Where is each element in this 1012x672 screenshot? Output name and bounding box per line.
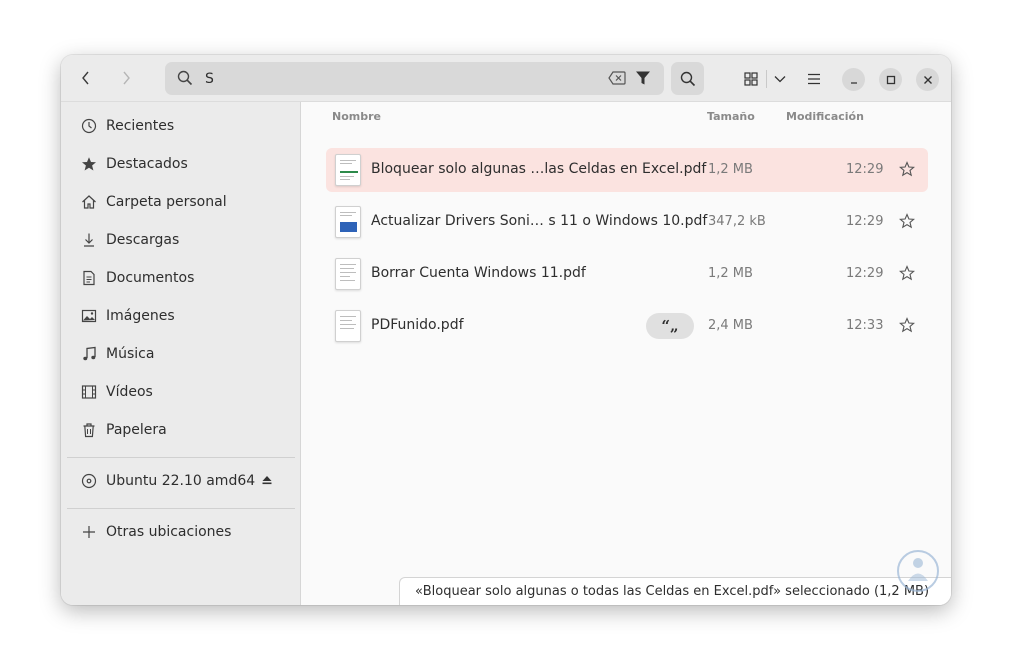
sidebar-item-label: Imágenes: [106, 308, 175, 324]
pdf-thumbnail: [335, 206, 361, 238]
sidebar: Recientes Destacados Carpeta personal De…: [61, 102, 301, 605]
sidebar-item-label: Documentos: [106, 270, 195, 286]
sidebar-item-recientes[interactable]: Recientes: [61, 108, 301, 144]
grid-view-button[interactable]: [740, 68, 762, 90]
search-input[interactable]: [205, 68, 595, 90]
file-size: 347,2 kB: [708, 214, 766, 229]
file-modified: 12:33: [846, 318, 884, 333]
file-name: Borrar Cuenta Windows 11.pdf: [371, 265, 586, 281]
status-bar: «Bloquear solo algunas o todas las Celda…: [399, 577, 951, 605]
pdf-thumbnail: [335, 310, 361, 342]
column-header-modified[interactable]: Modificación: [786, 110, 864, 123]
sidebar-separator: [67, 457, 295, 458]
plus-icon: [80, 523, 98, 541]
file-name: PDFunido.pdf: [371, 317, 464, 333]
file-row[interactable]: Bloquear solo algunas …las Celdas en Exc…: [326, 148, 928, 192]
close-icon: [923, 75, 932, 84]
close-button[interactable]: [916, 68, 939, 91]
maximize-icon: [886, 75, 895, 84]
quote-emblem: “„: [646, 313, 694, 339]
file-manager-window: Recientes Destacados Carpeta personal De…: [61, 55, 951, 605]
sidebar-item-ubuntu-device[interactable]: Ubuntu 22.10 amd64: [61, 463, 301, 499]
file-row[interactable]: PDFunido.pdf “„ 2,4 MB 12:33: [326, 304, 928, 348]
trash-icon: [80, 421, 98, 439]
sidebar-item-otras-ubicaciones[interactable]: Otras ubicaciones: [61, 514, 301, 550]
eject-icon[interactable]: [261, 474, 273, 486]
download-icon: [80, 231, 98, 249]
chevron-down-icon: [774, 76, 786, 83]
file-name: Bloquear solo algunas …las Celdas en Exc…: [371, 161, 707, 177]
star-icon[interactable]: [899, 161, 915, 177]
file-modified: 12:29: [846, 162, 884, 177]
filter-icon[interactable]: [635, 70, 651, 86]
file-modified: 12:29: [846, 266, 884, 281]
clock-icon: [80, 117, 98, 135]
chevron-right-icon: [123, 71, 130, 85]
forward-button[interactable]: [113, 65, 139, 91]
file-size: 1,2 MB: [708, 266, 753, 281]
file-row[interactable]: Borrar Cuenta Windows 11.pdf 1,2 MB 12:2…: [326, 252, 928, 296]
back-button[interactable]: [73, 65, 99, 91]
sidebar-item-papelera[interactable]: Papelera: [61, 412, 301, 448]
search-icon: [680, 71, 695, 86]
hamburger-icon: [808, 73, 820, 85]
minimize-icon: [850, 81, 857, 84]
pdf-thumbnail: [335, 154, 361, 186]
grid-icon: [744, 72, 758, 86]
search-bar: [165, 62, 664, 95]
sidebar-item-label: Vídeos: [106, 384, 153, 400]
music-icon: [80, 345, 98, 363]
sidebar-item-label: Ubuntu 22.10 amd64: [106, 473, 256, 489]
sidebar-item-label: Destacados: [106, 156, 188, 172]
image-icon: [80, 307, 98, 325]
header-bar: [61, 55, 951, 102]
view-options-button[interactable]: [769, 68, 791, 90]
file-size: 2,4 MB: [708, 318, 753, 333]
film-icon: [80, 383, 98, 401]
column-header-size[interactable]: Tamaño: [707, 110, 755, 123]
chevron-left-icon: [82, 71, 89, 85]
clear-text-icon[interactable]: [608, 71, 626, 85]
sidebar-item-carpeta-personal[interactable]: Carpeta personal: [61, 184, 301, 220]
home-icon: [80, 193, 98, 211]
main-menu-button[interactable]: [803, 68, 825, 90]
sidebar-item-label: Música: [106, 346, 155, 362]
file-modified: 12:29: [846, 214, 884, 229]
search-toggle-button[interactable]: [671, 62, 704, 95]
watermark-logo-icon: [897, 550, 939, 592]
view-separator: [766, 70, 767, 88]
maximize-button[interactable]: [879, 68, 902, 91]
sidebar-item-musica[interactable]: Música: [61, 336, 301, 372]
sidebar-item-videos[interactable]: Vídeos: [61, 374, 301, 410]
sidebar-separator: [67, 508, 295, 509]
sidebar-item-imagenes[interactable]: Imágenes: [61, 298, 301, 334]
minimize-button[interactable]: [842, 68, 865, 91]
star-icon[interactable]: [899, 213, 915, 229]
file-size: 1,2 MB: [708, 162, 753, 177]
sidebar-item-documentos[interactable]: Documentos: [61, 260, 301, 296]
sidebar-item-label: Descargas: [106, 232, 180, 248]
star-icon: [80, 155, 98, 173]
star-icon[interactable]: [899, 265, 915, 281]
sidebar-item-label: Papelera: [106, 422, 167, 438]
pdf-thumbnail: [335, 258, 361, 290]
sidebar-item-destacados[interactable]: Destacados: [61, 146, 301, 182]
sidebar-item-label: Otras ubicaciones: [106, 524, 232, 540]
search-icon: [177, 70, 193, 86]
file-name: Actualizar Drivers Soni… s 11 o Windows …: [371, 213, 708, 229]
file-list: Nombre Tamaño Modificación Bloquear solo…: [302, 102, 951, 605]
disc-icon: [80, 472, 98, 490]
sidebar-item-descargas[interactable]: Descargas: [61, 222, 301, 258]
sidebar-item-label: Recientes: [106, 118, 175, 134]
document-icon: [80, 269, 98, 287]
column-header-name[interactable]: Nombre: [332, 110, 381, 123]
star-icon[interactable]: [899, 317, 915, 333]
file-row[interactable]: Actualizar Drivers Soni… s 11 o Windows …: [326, 200, 928, 244]
sidebar-item-label: Carpeta personal: [106, 194, 227, 210]
